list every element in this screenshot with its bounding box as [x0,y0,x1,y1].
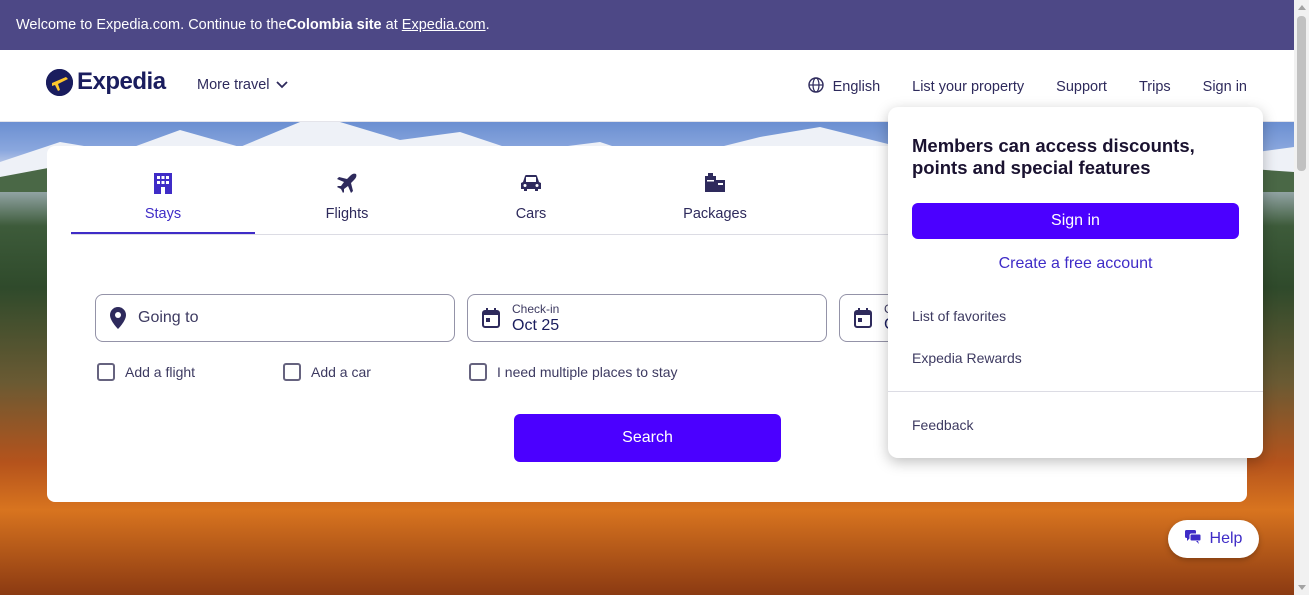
list-property-link[interactable]: List your property [912,79,1024,95]
add-car-label: Add a car [311,364,371,380]
create-account-link[interactable]: Create a free account [912,255,1239,273]
going-to-input[interactable]: Going to [95,294,455,342]
language-selector[interactable]: English [807,77,881,97]
banner-text-end: . [485,17,490,33]
logo-text: Expedia [77,68,166,95]
add-flight-label: Add a flight [125,364,196,380]
header-nav: English List your property Support Trips… [807,77,1247,97]
more-travel-label: More travel [197,77,270,93]
tab-label: Flights [325,206,369,222]
calendar-icon [482,308,500,328]
language-label: English [832,79,881,95]
tab-cars[interactable]: Cars [439,146,623,234]
check-in-value: Oct 25 [512,316,560,334]
multiple-places-label: I need multiple places to stay [497,364,678,380]
help-label: Help [1209,530,1243,547]
check-in-field[interactable]: Check-in Oct 25 [467,294,827,342]
calendar-icon [854,308,872,328]
chevron-down-icon [275,77,288,93]
tab-stays[interactable]: Stays [71,146,255,234]
packages-icon [704,170,726,196]
trips-link[interactable]: Trips [1139,79,1171,95]
scroll-down-arrow-icon[interactable] [1298,585,1306,590]
popover-divider [888,391,1263,392]
checkbox-box [469,363,487,381]
checkbox-box [97,363,115,381]
sign-in-link[interactable]: Sign in [1203,79,1247,95]
banner-site-name: Colombia site [286,17,382,33]
banner-text-mid: at [381,17,402,33]
tab-label: Cars [515,206,547,222]
add-car-checkbox[interactable]: Add a car [283,363,371,381]
sign-in-popover: Members can access discounts, points and… [888,107,1263,458]
going-to-placeholder: Going to [138,309,199,326]
map-pin-icon [110,307,126,329]
popover-title: Members can access discounts, points and… [912,135,1195,178]
scrollbar-thumb[interactable] [1297,16,1306,171]
support-link[interactable]: Support [1056,79,1107,95]
list-of-favorites-link[interactable]: List of favorites [912,308,1006,324]
welcome-banner: Welcome to Expedia.com. Continue to the … [0,0,1294,50]
expedia-rewards-link[interactable]: Expedia Rewards [912,350,1022,366]
check-in-label: Check-in [512,301,560,316]
globe-icon [807,77,824,97]
page-scrollbar[interactable] [1294,0,1309,595]
search-button[interactable]: Search [514,414,781,462]
popover-sign-in-button[interactable]: Sign in [912,203,1239,239]
car-icon [520,170,542,196]
plane-icon [336,170,358,196]
expedia-logo[interactable]: Expedia [46,68,166,96]
feedback-link[interactable]: Feedback [912,417,973,433]
more-travel-menu[interactable]: More travel [197,77,288,93]
checkbox-box [283,363,301,381]
tab-label: Packages [683,206,747,222]
banner-link[interactable]: Expedia.com [402,17,486,33]
banner-text: Welcome to Expedia.com. Continue to the [16,17,287,33]
scroll-up-arrow-icon[interactable] [1298,5,1306,10]
help-button[interactable]: Help [1168,520,1259,558]
tab-packages[interactable]: Packages [623,146,807,234]
multiple-places-checkbox[interactable]: I need multiple places to stay [469,363,678,381]
tab-label: Stays [144,206,182,222]
add-flight-checkbox[interactable]: Add a flight [97,363,195,381]
chat-icon [1184,529,1202,549]
logo-plane-icon [46,68,73,96]
building-icon [153,170,173,196]
tab-flights[interactable]: Flights [255,146,439,234]
